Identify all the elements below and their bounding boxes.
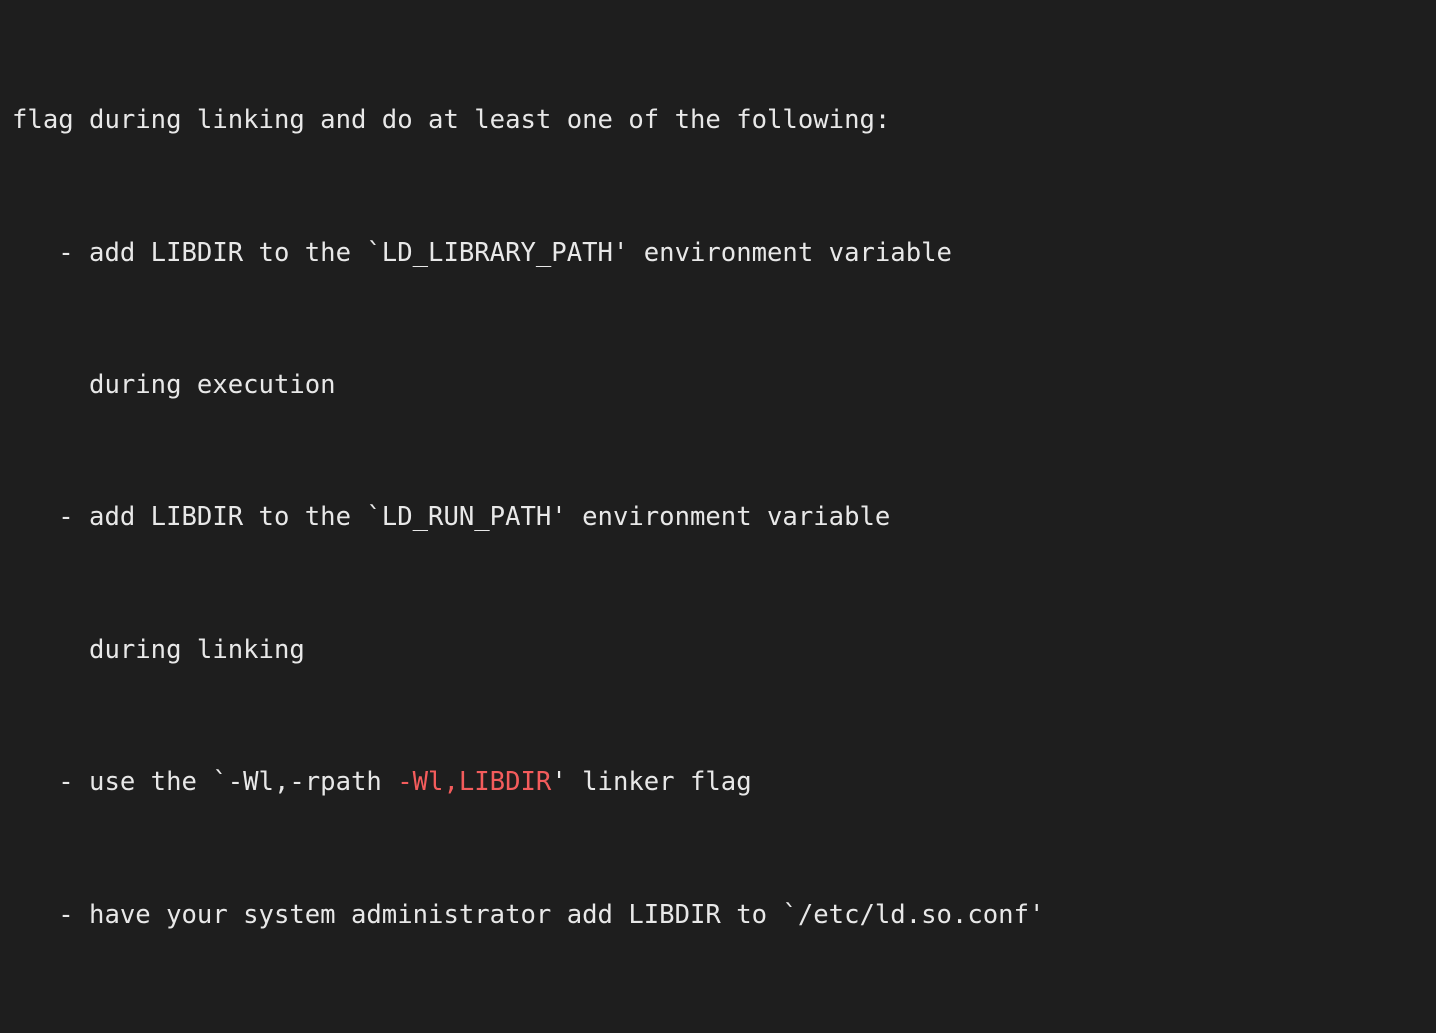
line-text-highlight: -Wl,LIBDIR [397,767,552,798]
terminal-screen: flag during linking and do at least one … [12,5,1291,1033]
terminal-line: - use the `-Wl,-rpath -Wl,LIBDIR' linker… [12,766,1291,799]
line-text: ' linker flag [551,767,752,798]
terminal-line: - add LIBDIR to the `LD_RUN_PATH' enviro… [12,501,1291,534]
terminal-line: - have your system administrator add LIB… [12,899,1291,932]
terminal-line: flag during linking and do at least one … [12,104,1291,137]
line-text: - add LIBDIR to the `LD_LIBRARY_PATH' en… [12,237,952,268]
line-text: flag during linking and do at least one … [12,105,891,136]
terminal-line: - add LIBDIR to the `LD_LIBRARY_PATH' en… [12,237,1291,270]
line-text: during linking [12,634,305,665]
line-text: - add LIBDIR to the `LD_RUN_PATH' enviro… [12,502,891,533]
terminal-line: during execution [12,369,1291,402]
line-text: during execution [12,370,336,401]
terminal-line: during linking [12,634,1291,667]
line-text: - use the `-Wl,-rpath [12,767,398,798]
line-text: - have your system administrator add LIB… [12,899,1045,930]
terminal-window[interactable]: flag during linking and do at least one … [0,0,1436,1033]
